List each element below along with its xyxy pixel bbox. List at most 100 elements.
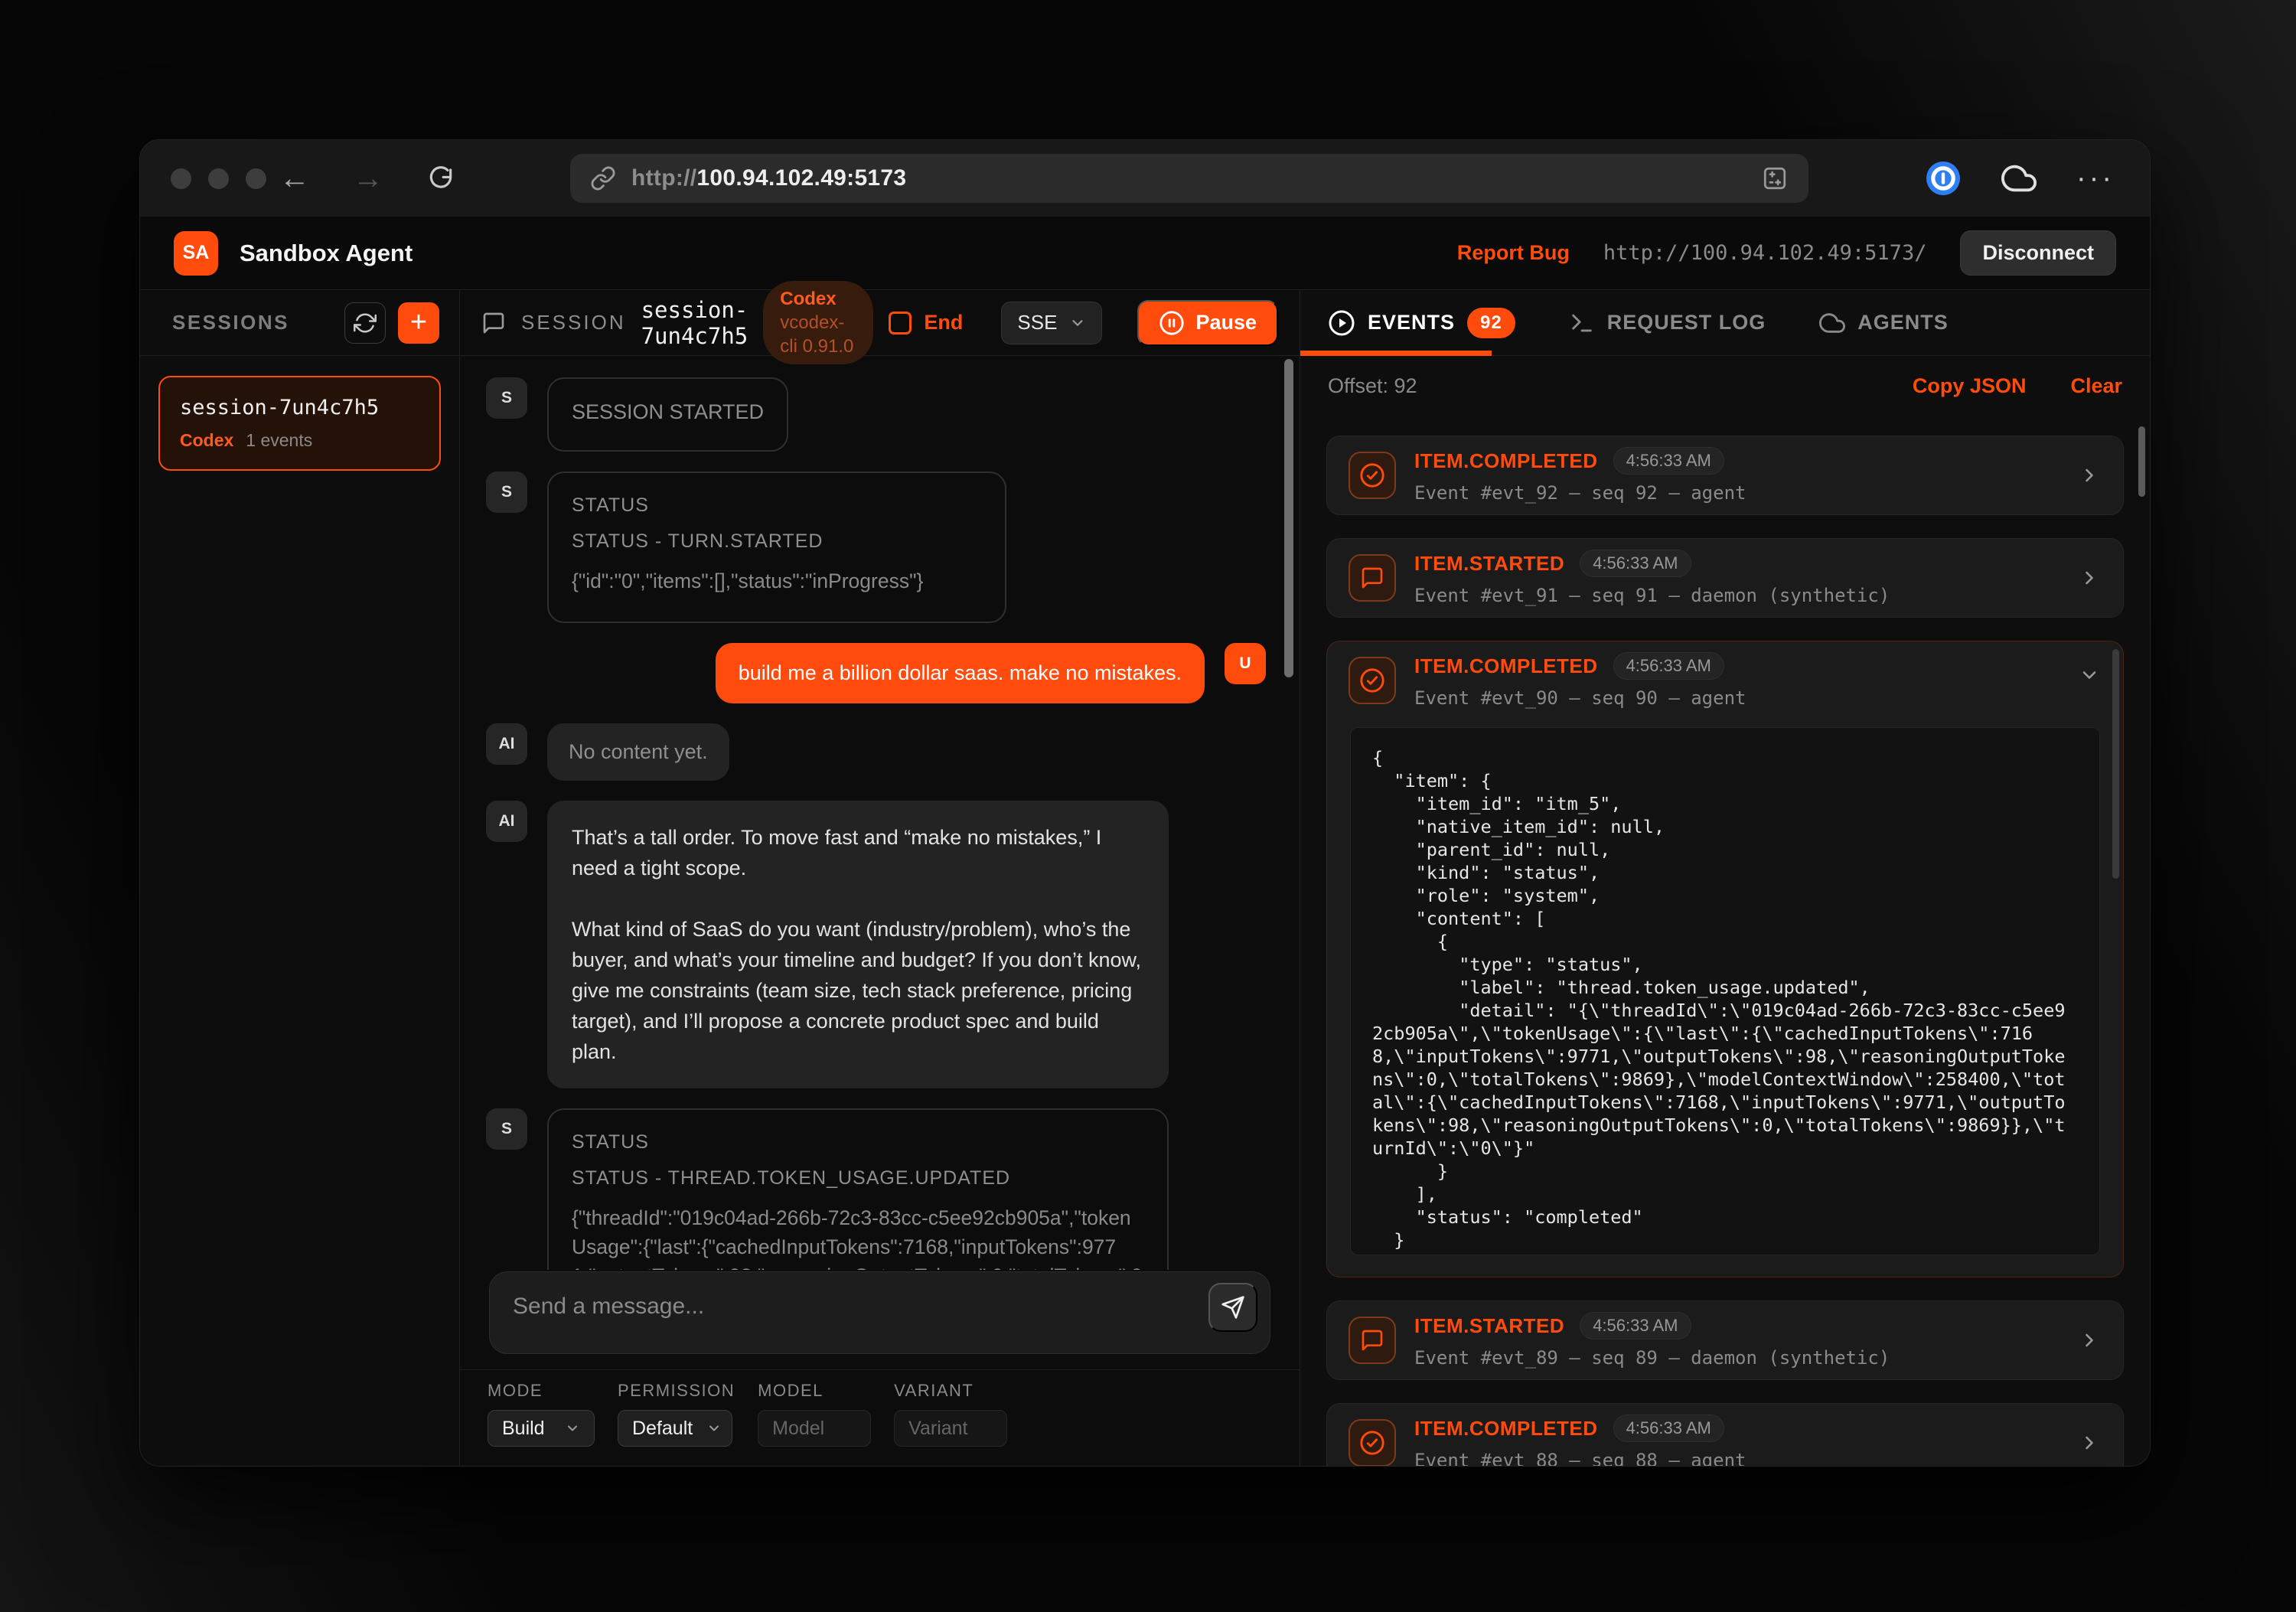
event-summary: Event #evt_91 — seq 91 — daemon (synthet… xyxy=(1414,585,2102,606)
close-window-button[interactable] xyxy=(171,168,191,189)
browser-nav: ← → xyxy=(279,140,455,217)
message-bubble: No content yet. xyxy=(547,723,729,781)
end-checkbox[interactable] xyxy=(889,312,912,334)
event-summary: Event #evt_92 — seq 92 — agent xyxy=(1414,482,2102,504)
event-row[interactable]: ITEM.STARTED 4:56:33 AM Event #evt_91 — … xyxy=(1326,538,2124,618)
address-bar[interactable]: http://100.94.102.49:5173 xyxy=(570,154,1808,203)
chevron-down-icon xyxy=(565,1421,580,1436)
agent-version-badge: Codex vcodex-cli 0.91.0 xyxy=(763,281,873,365)
permission-select[interactable]: Default xyxy=(618,1410,732,1447)
avatar: S xyxy=(486,472,527,513)
avatar: AI xyxy=(486,801,527,842)
ai-paragraph: What kind of SaaS do you want (industry/… xyxy=(572,914,1144,1067)
status-title: STATUS xyxy=(572,494,982,517)
model-label: MODEL xyxy=(758,1381,871,1401)
status-body: {"threadId":"019c04ad-266b-72c3-83cc-c5e… xyxy=(572,1203,1144,1270)
offset-indicator: Offset: 92 xyxy=(1328,374,1417,398)
status-subtitle: STATUS - TURN.STARTED xyxy=(572,530,982,553)
transport-select[interactable]: SSE xyxy=(1001,302,1102,344)
disconnect-button[interactable]: Disconnect xyxy=(1960,230,2116,276)
message-input[interactable] xyxy=(490,1272,1270,1353)
chevron-right-icon[interactable] xyxy=(2079,1330,2100,1351)
maximize-window-button[interactable] xyxy=(246,168,266,189)
events-count-badge: 92 xyxy=(1467,308,1515,338)
pause-circle-icon xyxy=(1159,310,1185,336)
chat-scrollbar[interactable] xyxy=(1284,359,1293,677)
chevron-down-icon xyxy=(1069,315,1086,331)
avatar: U xyxy=(1225,643,1266,684)
event-summary: Event #evt_90 — seq 90 — agent xyxy=(1414,687,2102,709)
ai-message: AI No content yet. xyxy=(486,723,1266,781)
mode-select[interactable]: Build xyxy=(488,1410,595,1447)
chevron-down-icon[interactable] xyxy=(2079,664,2100,686)
session-list-item[interactable]: session-7un4c7h5 Codex 1 events xyxy=(158,376,441,471)
refresh-sessions-button[interactable] xyxy=(344,302,386,344)
model-input[interactable] xyxy=(758,1410,871,1447)
message-bubble: build me a billion dollar saas. make no … xyxy=(716,643,1205,703)
composer xyxy=(460,1270,1300,1369)
browser-toolbar-right: ··· xyxy=(1925,140,2115,217)
copy-json-button[interactable]: Copy JSON xyxy=(1913,374,2027,398)
event-type: ITEM.COMPLETED xyxy=(1414,654,1598,678)
message-bubble: SESSION STARTED xyxy=(547,377,788,452)
session-label: SESSION xyxy=(521,311,626,334)
variant-input[interactable] xyxy=(894,1410,1007,1447)
app-logo: SA xyxy=(174,231,218,276)
link-icon xyxy=(590,165,616,191)
reload-icon[interactable] xyxy=(426,164,455,193)
system-message: S SESSION STARTED xyxy=(486,377,1266,452)
plus-icon: + xyxy=(410,306,427,339)
avatar: AI xyxy=(486,723,527,765)
back-icon[interactable]: ← xyxy=(279,163,310,194)
browser-menu-icon[interactable]: ··· xyxy=(2076,162,2115,195)
cloud-icon[interactable] xyxy=(2001,161,2037,196)
events-scrollbar[interactable] xyxy=(2138,426,2145,497)
new-session-button[interactable]: + xyxy=(398,302,439,344)
send-button[interactable] xyxy=(1208,1283,1257,1332)
forward-icon[interactable]: → xyxy=(353,163,383,194)
ai-paragraph: That’s a tall order. To move fast and “m… xyxy=(572,822,1144,883)
event-row[interactable]: ITEM.STARTED 4:56:33 AM Event #evt_89 — … xyxy=(1326,1300,2124,1380)
cloud-icon xyxy=(1819,310,1845,336)
pause-button[interactable]: Pause xyxy=(1137,300,1278,346)
clear-events-button[interactable]: Clear xyxy=(2070,374,2122,398)
event-row[interactable]: ITEM.COMPLETED 4:56:33 AM Event #evt_92 … xyxy=(1326,436,2124,515)
code-scrollbar[interactable] xyxy=(2112,649,2119,879)
report-bug-link[interactable]: Report Bug xyxy=(1457,241,1570,265)
message-bubble: STATUS STATUS - THREAD.TOKEN_USAGE.UPDAT… xyxy=(547,1108,1169,1270)
chat-column: SESSION session-7un4c7h5 Codex vcodex-cl… xyxy=(460,290,1300,1466)
event-type: ITEM.COMPLETED xyxy=(1414,1417,1598,1441)
event-time: 4:56:33 AM xyxy=(1580,1312,1691,1340)
message-bubble: STATUS STATUS - TURN.STARTED {"id":"0","… xyxy=(547,472,1006,623)
status-body: {"id":"0","items":[],"status":"inProgres… xyxy=(572,566,982,596)
event-row[interactable]: ITEM.COMPLETED 4:56:33 AM Event #evt_88 … xyxy=(1326,1403,2124,1466)
event-type: ITEM.STARTED xyxy=(1414,552,1564,576)
chevron-right-icon[interactable] xyxy=(2079,465,2100,486)
active-tab-underline xyxy=(1300,351,1492,356)
end-toggle[interactable]: End xyxy=(889,311,963,334)
tab-agents[interactable]: AGENTS xyxy=(1819,310,1949,336)
events-panel: EVENTS 92 REQUEST LOG AGENTS xyxy=(1300,290,2150,1466)
browser-window: ← → http://100.94.102.49:5173 ··· xyxy=(139,139,2151,1467)
events-tabs: EVENTS 92 REQUEST LOG AGENTS xyxy=(1300,290,2150,356)
app-header: SA Sandbox Agent Report Bug http://100.9… xyxy=(140,217,2150,290)
event-time: 4:56:33 AM xyxy=(1580,550,1691,577)
user-message: build me a billion dollar saas. make no … xyxy=(486,643,1266,703)
tab-events[interactable]: EVENTS 92 xyxy=(1328,308,1515,338)
avatar: S xyxy=(486,1108,527,1150)
status-message: S STATUS STATUS - TURN.STARTED {"id":"0"… xyxy=(486,472,1266,623)
chevron-right-icon[interactable] xyxy=(2079,1432,2100,1454)
event-row-expanded[interactable]: ITEM.COMPLETED 4:56:33 AM Event #evt_90 … xyxy=(1326,641,2124,1278)
tab-request-log[interactable]: REQUEST LOG xyxy=(1569,310,1766,336)
reader-panel-icon[interactable] xyxy=(1761,165,1789,192)
window-controls xyxy=(171,168,266,189)
sessions-header: SESSIONS + xyxy=(140,290,459,356)
status-subtitle: STATUS - THREAD.TOKEN_USAGE.UPDATED xyxy=(572,1167,1144,1189)
browser-chrome: ← → http://100.94.102.49:5173 ··· xyxy=(140,140,2150,217)
password-manager-icon[interactable] xyxy=(1925,160,1962,197)
session-item-agent: Codex xyxy=(180,430,233,451)
chevron-right-icon[interactable] xyxy=(2079,567,2100,589)
minimize-window-button[interactable] xyxy=(208,168,229,189)
event-json-detail: { "item": { "item_id": "itm_5", "native_… xyxy=(1350,727,2100,1255)
sessions-sidebar: SESSIONS + session-7un4c7h5 Codex 1 even… xyxy=(140,290,460,1466)
